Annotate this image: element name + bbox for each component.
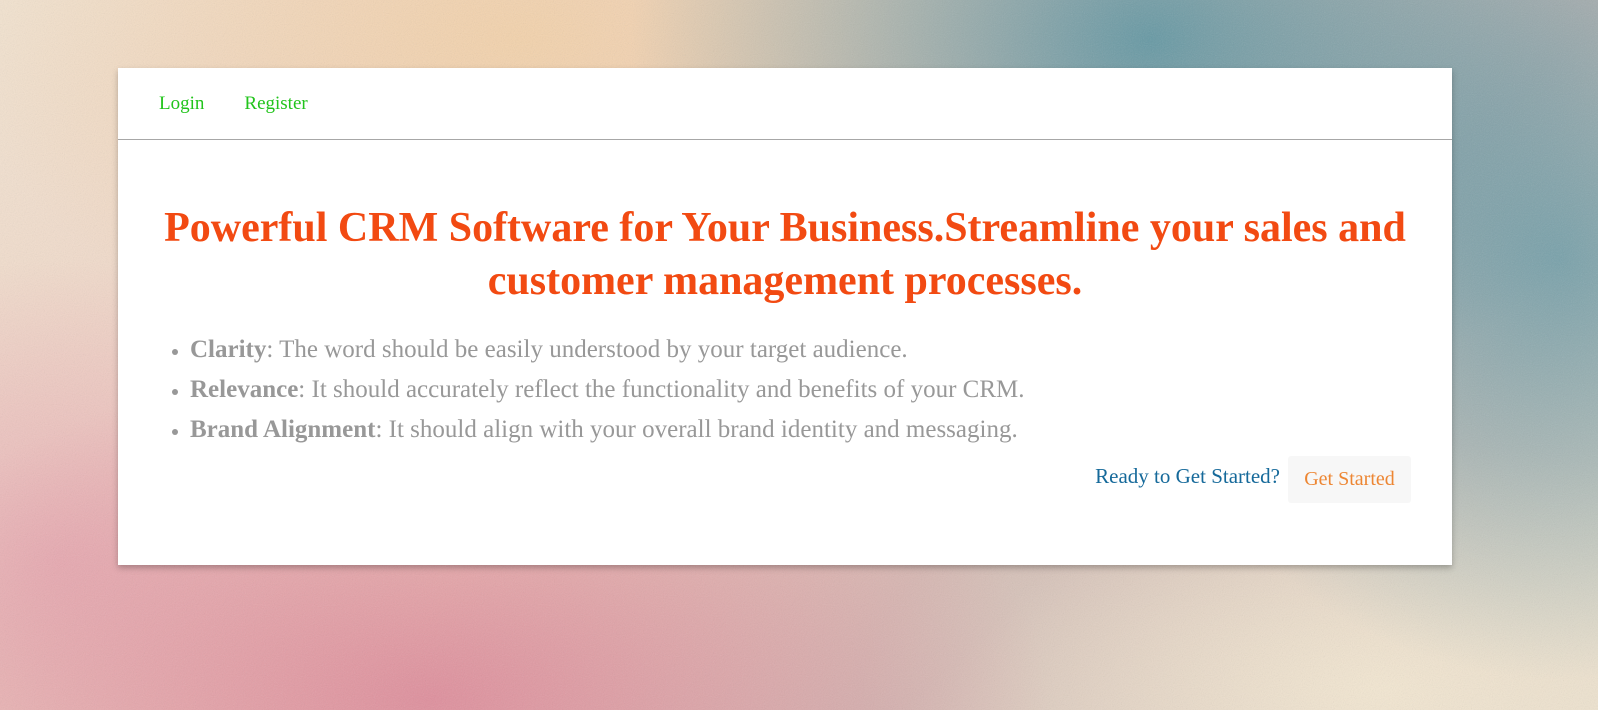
hero-title: Powerful CRM Software for Your Business.…: [164, 205, 1406, 304]
feature-list: Clarity: The word should be easily under…: [164, 330, 1406, 450]
get-started-button[interactable]: Get Started: [1288, 456, 1411, 503]
list-item: Clarity: The word should be easily under…: [190, 330, 1406, 370]
register-link[interactable]: Register: [244, 93, 307, 115]
main-card: Login Register Powerful CRM Software for…: [118, 68, 1452, 565]
hero-section: Powerful CRM Software for Your Business.…: [118, 202, 1452, 450]
feature-term: Relevance: [190, 376, 299, 403]
list-item: Relevance: It should accurately reflect …: [190, 370, 1406, 410]
feature-term: Clarity: [190, 336, 267, 363]
list-item: Brand Alignment: It should align with yo…: [190, 410, 1406, 450]
login-link[interactable]: Login: [159, 93, 204, 115]
feature-description: : It should align with your overall bran…: [375, 416, 1018, 443]
cta-row: Ready to Get Started? Get Started: [1095, 456, 1411, 503]
cta-prompt: Ready to Get Started?: [1095, 463, 1280, 488]
feature-description: : It should accurately reflect the funct…: [298, 376, 1025, 403]
feature-description: : The word should be easily understood b…: [266, 336, 908, 363]
feature-term: Brand Alignment: [190, 416, 376, 443]
top-nav: Login Register: [118, 68, 1452, 140]
